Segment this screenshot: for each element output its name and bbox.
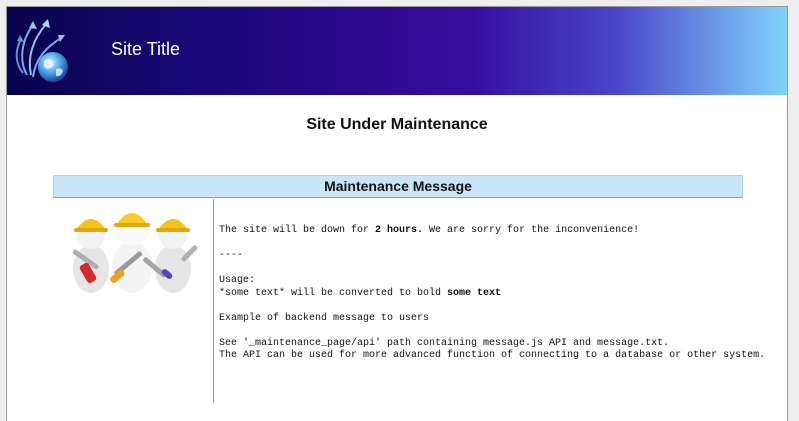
message-usage-line: *some text* will be converted to bold so… <box>219 287 502 299</box>
panel-divider <box>213 199 214 403</box>
message-usage-label: Usage: <box>219 275 256 286</box>
globe-arrows-icon <box>15 19 68 82</box>
site-header: Site Title <box>7 7 787 95</box>
message-api-line: The API can be used for more advanced fu… <box>219 350 766 361</box>
message-separator: ---- <box>219 250 244 261</box>
message-example: Example of backend message to users <box>219 312 430 324</box>
maintenance-message: The site will be down for 2 hours. We ar… <box>219 225 779 363</box>
panel-title: Maintenance Message <box>53 175 743 198</box>
page-frame: Site Title Site Under Maintenance Mainte… <box>6 6 788 421</box>
construction-workers-image <box>72 213 198 293</box>
message-line-downtime: The site will be down for 2 hours. We ar… <box>219 225 640 236</box>
message-see-line: See '_maintenance_page/api' path contain… <box>219 337 670 349</box>
page-title: Site Under Maintenance <box>306 116 488 133</box>
site-title[interactable]: Site Title <box>111 39 180 60</box>
